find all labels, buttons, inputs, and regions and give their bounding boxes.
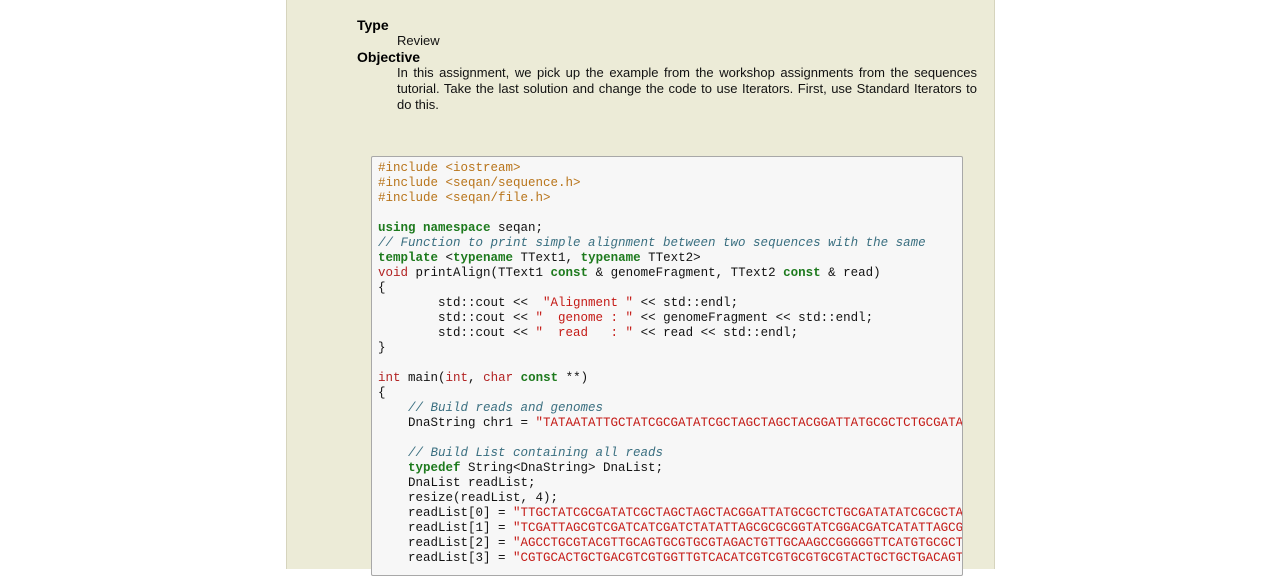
code-line: readList[3] = "CGTGCACTGCTGACGTCGTGGTTGT… [378, 551, 962, 566]
code-line: { [378, 386, 962, 401]
code-token: readList[1] = [378, 521, 514, 535]
code-line: readList[1] = "TCGATTAGCGTCGATCATCGATCTA… [378, 521, 962, 536]
code-token: int [378, 371, 401, 385]
code-line: #include <iostream> [378, 161, 962, 176]
code-token: DnaList readList; [378, 476, 536, 490]
code-token: void [378, 266, 409, 280]
code-line: #include <seqan/file.h> [378, 191, 962, 206]
code-token: typename [580, 251, 641, 265]
code-line: } [378, 341, 962, 356]
code-token: , [468, 371, 484, 385]
code-token: "CGTGCACTGCTGACGTCGTGGTTGTCACATCGTCGTGCG… [513, 551, 963, 565]
code-token: int [445, 371, 469, 385]
code-line: readList[2] = "AGCCTGCGTACGTTGCAGTGCGTGC… [378, 536, 962, 551]
code-token: } [378, 341, 386, 355]
code-line: // Build List containing all reads [378, 446, 962, 461]
code-token: << genomeFragment << std::endl; [633, 311, 874, 325]
code-token: " read : " [535, 326, 634, 340]
code-token: resize(readList, 4); [378, 491, 559, 505]
code-token: "TATAATATTGCTATCGCGATATCGCTAGCTAGCTACGGA… [535, 416, 963, 430]
code-token: const [550, 266, 589, 280]
code-token: readList[0] = [378, 506, 514, 520]
code-token: using [378, 221, 416, 235]
code-line: std::cout << " read : " << read << std::… [378, 326, 962, 341]
code-token: readList[3] = [378, 551, 514, 565]
code-token: **) [558, 371, 589, 385]
code-token: << std::endl; [633, 296, 739, 310]
code-token: // Build List containing all reads [408, 446, 664, 460]
code-line: { [378, 281, 962, 296]
code-listing: #include <iostream> #include <seqan/seque… [372, 157, 962, 566]
code-line: readList[0] = "TTGCTATCGCGATATCGCTAGCTAG… [378, 506, 962, 521]
code-token: #include <iostream> [378, 161, 521, 175]
code-token: "TCGATTAGCGTCGATCATCGATCTATATTAGCGCGCGGT… [513, 521, 963, 535]
code-token: namespace [423, 221, 491, 235]
code-token: const [520, 371, 559, 385]
code-token: TText1, [513, 251, 581, 265]
code-line: void printAlign(TText1 const & genomeFra… [378, 266, 962, 281]
code-line: // Build reads and genomes [378, 401, 962, 416]
code-token: { [378, 386, 386, 400]
code-token: #include <seqan/file.h> [378, 191, 551, 205]
code-token: String<DnaString> DnaList; [460, 461, 664, 475]
code-token: & read) [820, 266, 881, 280]
code-line: template <typename TText1, typename TTex… [378, 251, 962, 266]
code-token: seqan; [490, 221, 544, 235]
code-line: typedef String<DnaString> DnaList; [378, 461, 962, 476]
code-token: "Alignment " [535, 296, 634, 310]
code-line: int main(int, char const **) [378, 371, 962, 386]
code-token: "AGCCTGCGTACGTTGCAGTGCGTGCGTAGACTGTTGCAA… [513, 536, 963, 550]
code-token: " genome : " [535, 311, 634, 325]
content-page: Type Review Objective In this assignment… [286, 0, 995, 576]
code-line: std::cout << "Alignment " << std::endl; [378, 296, 962, 311]
code-line: #include <seqan/sequence.h> [378, 176, 962, 191]
code-token: #include <seqan/sequence.h> [378, 176, 581, 190]
code-token: // Build reads and genomes [408, 401, 604, 415]
code-line: std::cout << " genome : " << genomeFragm… [378, 311, 962, 326]
code-token: readList[2] = [378, 536, 514, 550]
code-block[interactable]: #include <iostream> #include <seqan/seque… [371, 156, 963, 576]
code-token: typename [453, 251, 514, 265]
code-token: template [378, 251, 439, 265]
code-line: using namespace seqan; [378, 221, 962, 236]
code-token: char [483, 371, 514, 385]
code-line: resize(readList, 4); [378, 491, 962, 506]
code-token: const [783, 266, 821, 280]
type-label: Type [357, 17, 389, 33]
code-token: // Function to print simple alignment be… [378, 236, 926, 250]
code-token: main( [400, 371, 446, 385]
code-token: std::cout << [378, 296, 536, 310]
code-token: printAlign(TText1 [408, 266, 551, 280]
code-line: DnaString chr1 = "TATAATATTGCTATCGCGATAT… [378, 416, 962, 431]
code-token: << read << std::endl; [633, 326, 799, 340]
objective-text: In this assignment, we pick up the examp… [397, 65, 977, 112]
code-line: // Function to print simple alignment be… [378, 236, 962, 251]
code-token: TText2> [640, 251, 701, 265]
code-token: & genomeFragment, TText2 [588, 266, 784, 280]
code-line: DnaList readList; [378, 476, 962, 491]
code-token: { [378, 281, 386, 295]
objective-label: Objective [357, 49, 421, 65]
code-token: < [438, 251, 454, 265]
assignment-meta: Type Review Objective In this assignment… [357, 17, 977, 113]
code-token: std::cout << [378, 326, 536, 340]
type-value: Review [397, 33, 440, 48]
code-token: std::cout << [378, 311, 536, 325]
code-token: "TTGCTATCGCGATATCGCTAGCTAGCTACGGATTATGCG… [513, 506, 963, 520]
code-token: typedef [408, 461, 461, 475]
code-token: DnaString chr1 = [378, 416, 536, 430]
